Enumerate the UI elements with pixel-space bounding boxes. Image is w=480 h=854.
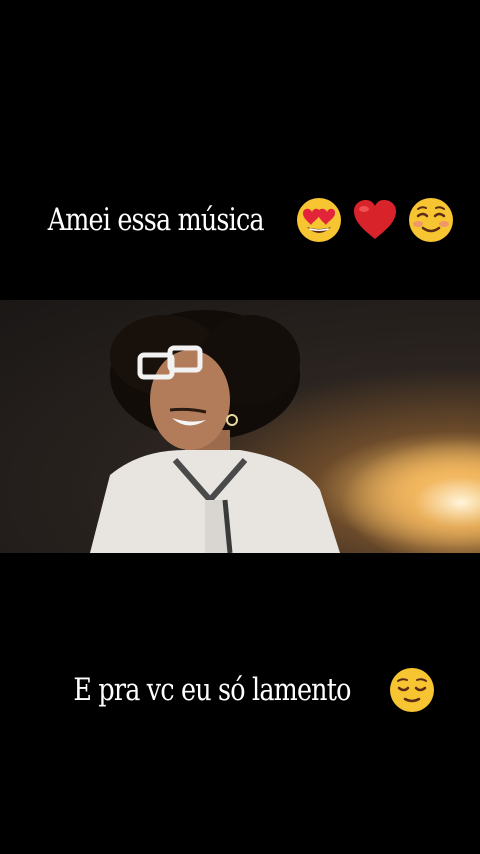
bottom-caption-text: E pra vc eu só lamento	[73, 672, 351, 708]
top-caption-text: Amei essa música	[47, 202, 265, 238]
video-frame	[0, 300, 480, 553]
red-heart-emoji-icon	[353, 200, 396, 239]
bottom-caption: E pra vc eu só lamento	[0, 660, 480, 720]
smiling-blush-emoji-icon	[408, 198, 453, 242]
top-caption: Amei essa música	[0, 190, 480, 250]
relieved-face-emoji-icon	[390, 668, 435, 712]
heart-eyes-emoji-icon	[296, 198, 341, 242]
singer-photo	[0, 300, 480, 553]
